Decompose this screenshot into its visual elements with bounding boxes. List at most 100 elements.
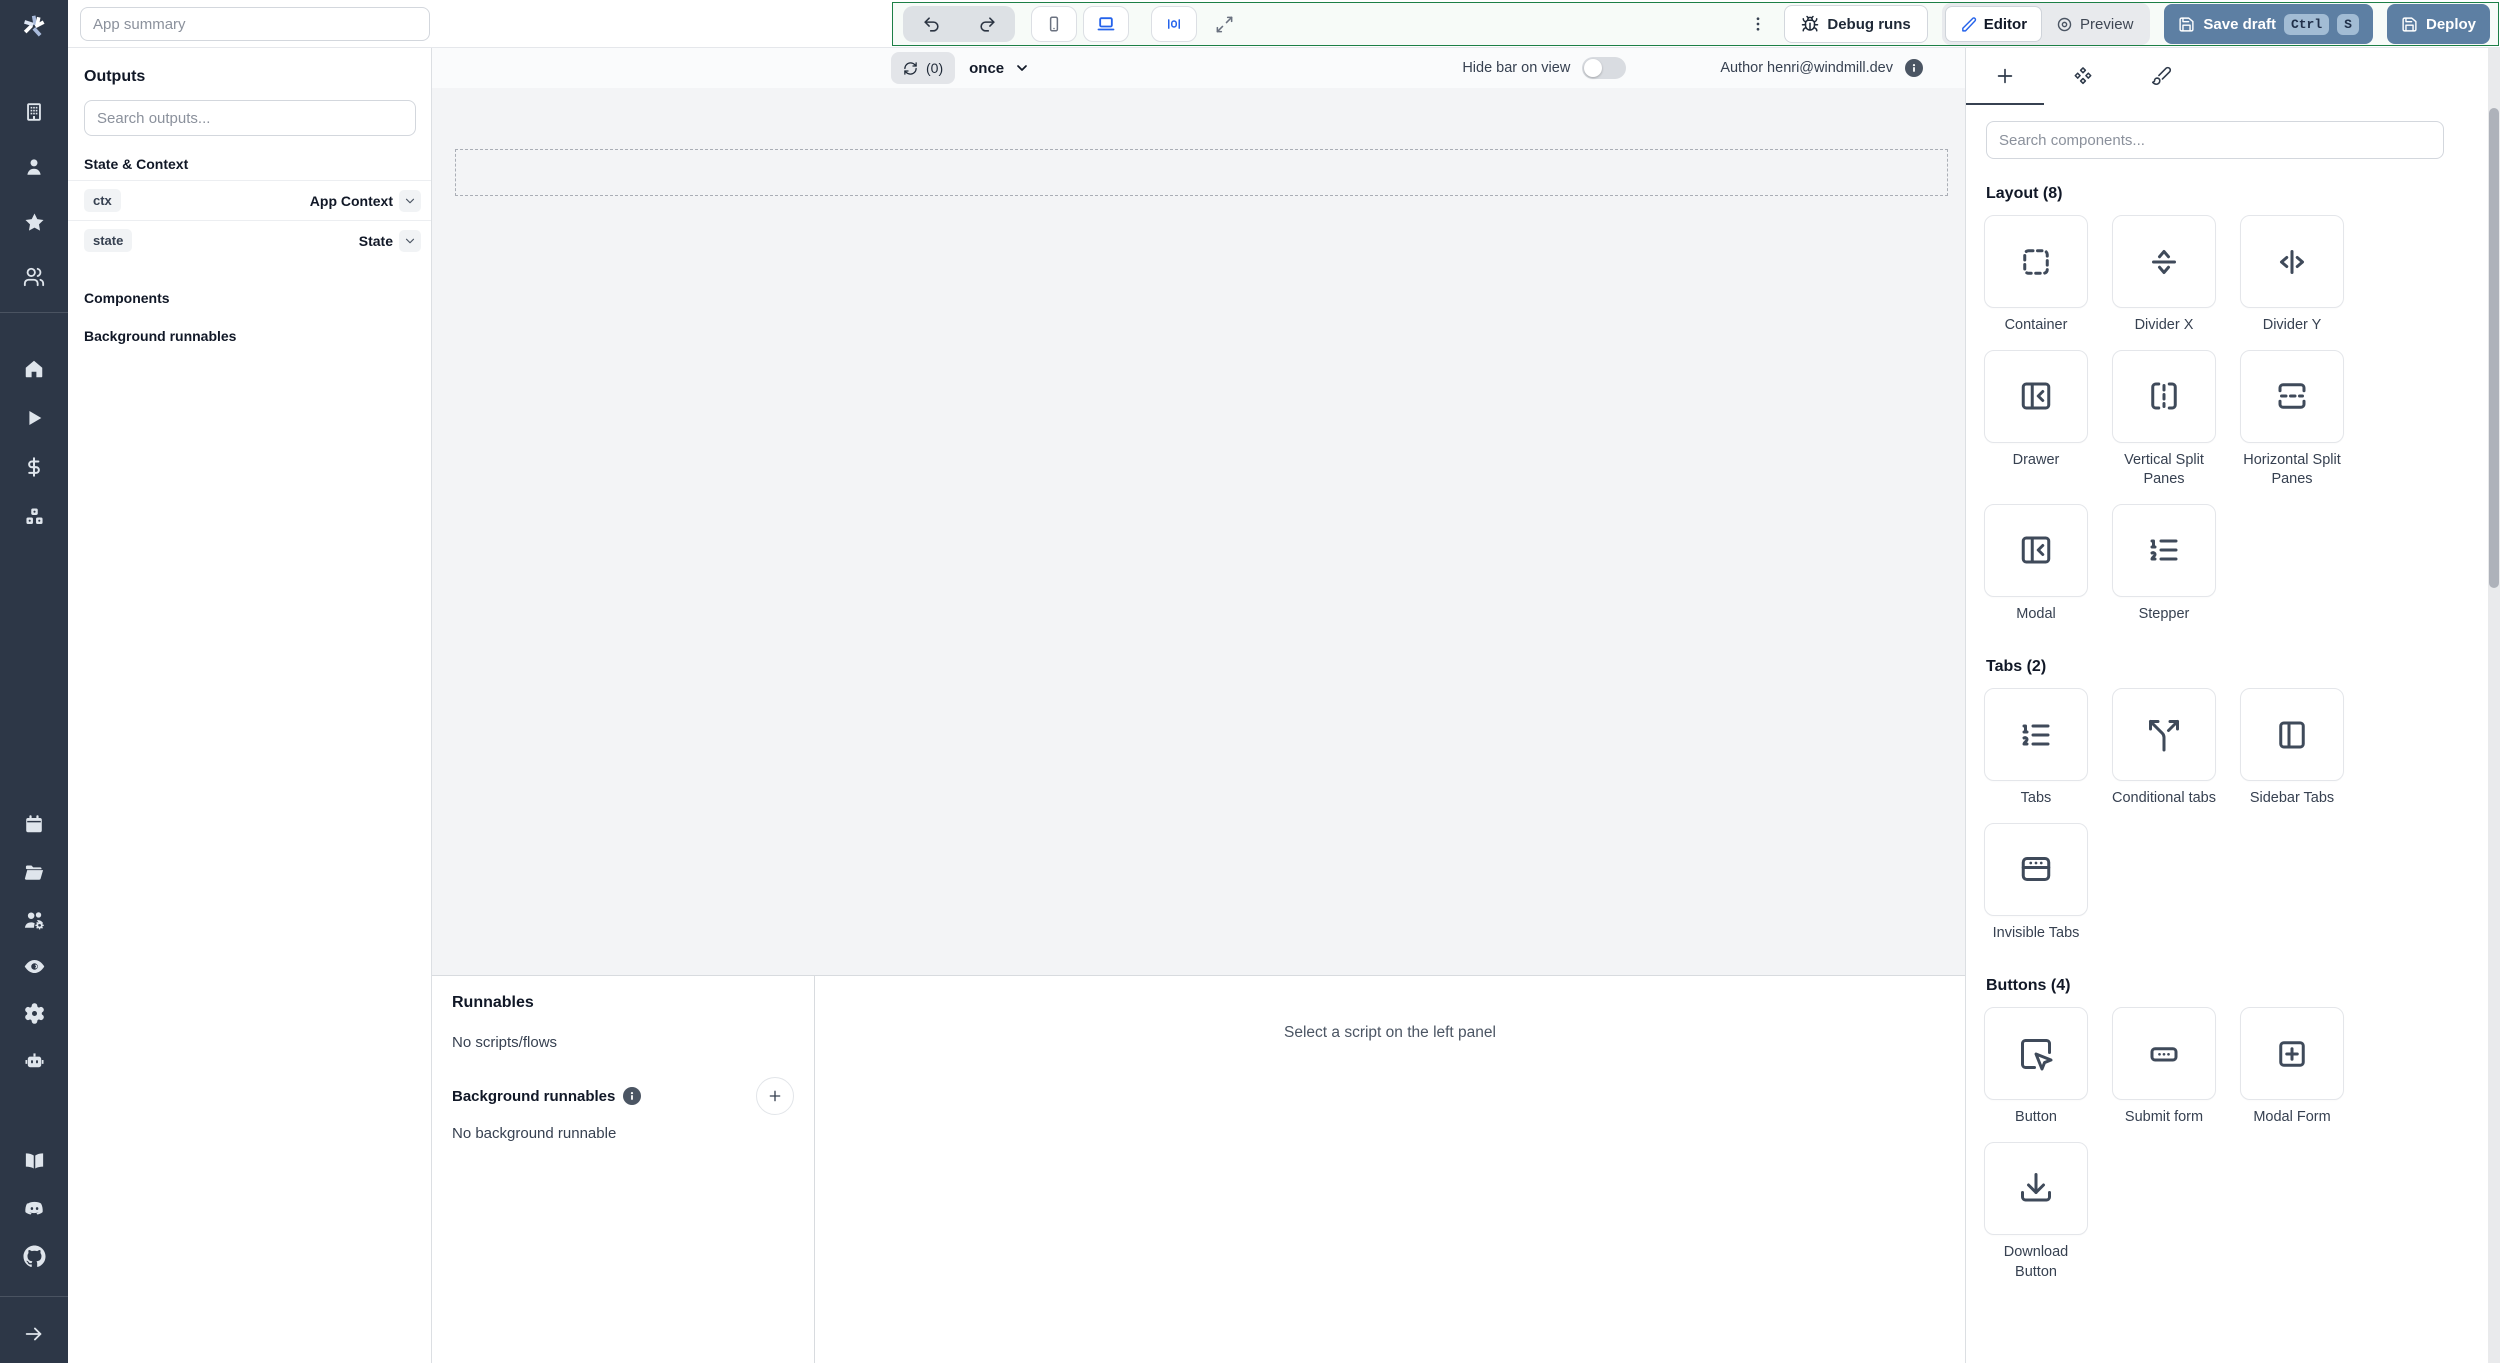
paintbrush-icon (2151, 66, 2171, 86)
refresh-mode-value: once (969, 59, 1005, 77)
windmill-logo[interactable] (0, 10, 68, 42)
windmill-logo-icon (23, 15, 45, 37)
sidebar-item-groups[interactable] (0, 264, 68, 290)
output-row-state[interactable]: state State (68, 220, 431, 260)
component-card-button[interactable]: Button (1984, 1007, 2088, 1128)
component-card-drawer[interactable]: Drawer (1984, 349, 2088, 490)
tab-styling[interactable] (2122, 48, 2200, 105)
kbd-s: S (2337, 13, 2359, 35)
app-canvas: (0) once Hide bar on view Author henri@w… (432, 48, 1965, 1363)
debug-runs-button[interactable]: Debug runs (1784, 5, 1928, 43)
app-summary-input[interactable] (80, 7, 430, 41)
editor-preview-toggle: Editor Preview (1941, 3, 2151, 45)
component-card-tabs[interactable]: Tabs (1984, 688, 2088, 809)
center-content-button[interactable] (1151, 6, 1197, 42)
header-actions: Debug runs Editor Preview Save draft Ctr… (1746, 3, 2490, 45)
background-runnables-title: Background runnables (452, 1087, 616, 1105)
sidebar-item-discord[interactable] (0, 1195, 68, 1221)
sidebar-item-workers[interactable] (0, 907, 68, 933)
dollar-icon (28, 457, 40, 477)
no-background-label: No background runnable (452, 1125, 617, 1142)
vertical-split-icon (2151, 382, 2177, 410)
info-glyph (1912, 64, 1916, 72)
sidebar-item-workspace[interactable] (0, 99, 68, 125)
users-icon (23, 267, 45, 287)
component-card-conditional-tabs[interactable]: Conditional tabs (2112, 688, 2216, 809)
component-card-submit-form[interactable]: Submit form (2112, 1007, 2216, 1128)
state-context-title: State & Context (84, 156, 189, 172)
sidebar-item-folders[interactable] (0, 859, 68, 885)
search-outputs-input[interactable] (84, 100, 416, 136)
sidebar-item-github[interactable] (0, 1243, 68, 1269)
tab-preview[interactable]: Preview (2042, 6, 2147, 42)
tab-insert-component[interactable] (1966, 48, 2044, 105)
component-card-sidebar-tabs[interactable]: Sidebar Tabs (2240, 688, 2344, 809)
home-icon (25, 360, 43, 378)
left-nav-rail (0, 0, 68, 1363)
component-card-modal-form[interactable]: Modal Form (2240, 1007, 2344, 1128)
sidebar-item-schedules[interactable] (0, 811, 68, 837)
gear-icon (24, 1002, 44, 1024)
sidebar-item-runs[interactable] (0, 405, 68, 431)
expand-sidebar-button[interactable] (0, 1321, 68, 1347)
output-type-label: App Context (309, 192, 393, 209)
user-icon (27, 159, 41, 175)
add-background-runnable-button[interactable] (756, 1077, 794, 1115)
canvas-grid-area[interactable] (432, 88, 1965, 975)
component-card-vertical-split[interactable]: Vertical Split Panes (2112, 349, 2216, 490)
pencil-icon (1961, 16, 1976, 32)
calendar-icon (26, 815, 42, 833)
deploy-label: Deploy (2425, 15, 2476, 33)
sidebar-item-audit-logs[interactable] (0, 953, 68, 979)
info-icon[interactable] (1905, 59, 1923, 77)
sidebar-item-favorites[interactable] (0, 209, 68, 235)
buttons-cards: Button Submit form Modal Form Download B… (1984, 1007, 2488, 1282)
sidebar-item-variables[interactable] (0, 454, 68, 480)
empty-component-slot[interactable] (455, 149, 1948, 196)
deploy-button[interactable]: Deploy (2386, 4, 2490, 44)
info-icon[interactable] (623, 1087, 642, 1105)
redo-button[interactable] (959, 6, 1015, 42)
sidebar-item-home[interactable] (0, 356, 68, 382)
tab-component-settings[interactable] (2044, 48, 2122, 105)
component-card-divider-x[interactable]: Divider X (2112, 215, 2216, 336)
redo-icon (979, 16, 995, 32)
tab-editor[interactable]: Editor (1944, 6, 2043, 42)
sidebar-item-user[interactable] (0, 154, 68, 180)
expand-state-button[interactable] (399, 229, 421, 252)
save-draft-button[interactable]: Save draft Ctrl S (2164, 4, 2373, 44)
component-card-stepper[interactable]: Stepper (2112, 503, 2216, 625)
hide-bar-toggle[interactable] (1582, 57, 1627, 79)
expand-ctx-button[interactable] (399, 189, 421, 212)
sidebar-item-resources[interactable] (0, 503, 68, 529)
component-card-download-button[interactable]: Download Button (1984, 1141, 2088, 1282)
more-menu-button[interactable] (1746, 6, 1770, 42)
sidebar-tabs-icon (2279, 721, 2305, 749)
component-card-invisible-tabs[interactable]: Invisible Tabs (1984, 822, 2088, 944)
search-components-input[interactable] (1986, 121, 2444, 159)
undo-button[interactable] (903, 6, 959, 42)
component-card-container[interactable]: Container (1984, 215, 2088, 336)
scrollbar-thumb[interactable] (2489, 108, 2499, 588)
output-row-ctx[interactable]: ctx App Context (68, 180, 431, 220)
output-key-badge: ctx (84, 189, 121, 212)
component-card-horizontal-split[interactable]: Horizontal Split Panes (2240, 349, 2344, 490)
refresh-count-button[interactable]: (0) (891, 52, 956, 84)
chevron-down-icon (405, 198, 415, 203)
undo-redo-group (903, 6, 1015, 42)
scrollbar-track[interactable] (2488, 48, 2500, 1363)
fullscreen-button[interactable] (1205, 6, 1243, 42)
sidebar-item-ai[interactable] (0, 1047, 68, 1073)
component-card-divider-y[interactable]: Divider Y (2240, 215, 2344, 336)
refresh-mode-dropdown[interactable]: once (969, 60, 1030, 77)
outputs-title: Outputs (84, 68, 146, 85)
sidebar-item-docs[interactable] (0, 1147, 68, 1173)
desktop-view-button[interactable] (1083, 6, 1129, 42)
button-icon (2021, 1038, 2053, 1071)
smartphone-icon (1049, 16, 1059, 32)
laptop-icon (1097, 17, 1115, 31)
mobile-view-button[interactable] (1031, 6, 1077, 42)
save-draft-label: Save draft (2203, 15, 2276, 33)
component-card-modal[interactable]: Modal (1984, 503, 2088, 625)
sidebar-item-settings[interactable] (0, 1000, 68, 1026)
